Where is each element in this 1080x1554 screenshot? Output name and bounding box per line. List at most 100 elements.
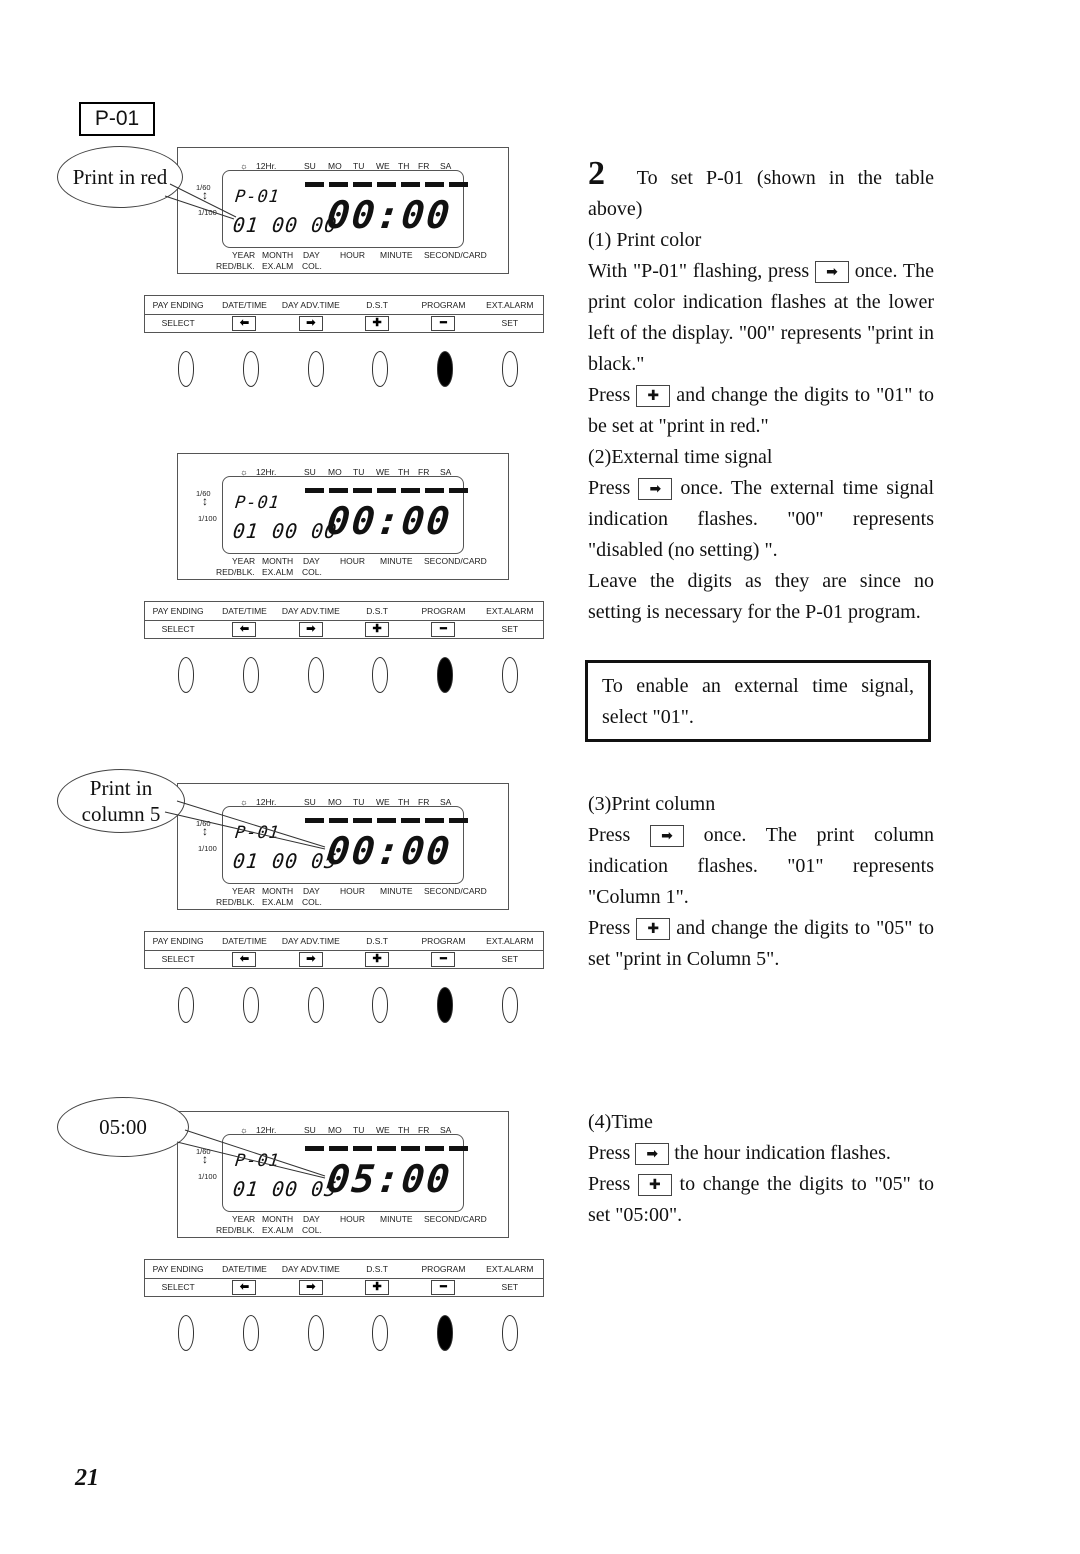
field-label: YEAR [232, 250, 256, 260]
instructions-column: (3)Print column Press ➡ once. The print … [588, 789, 934, 975]
physical-button-program[interactable] [437, 987, 454, 1023]
physical-button-d-s-t[interactable] [372, 987, 389, 1023]
physical-button-ext-alarm[interactable] [501, 657, 518, 693]
physical-button-date-time[interactable] [242, 1315, 259, 1351]
lcd-time: 00:00 [324, 193, 454, 237]
function-button-labels: PAY ENDING DATE/TIME DAY ADV.TIME D.S.T PROG… [144, 1259, 544, 1297]
lcd-settings-digits: 01 00 05 [231, 849, 339, 873]
field-label: DAY [303, 1214, 320, 1224]
up-down-arrow-icon: ↕ [202, 494, 208, 508]
field-label: RED/BLK. [216, 567, 255, 577]
physical-button-date-time[interactable] [242, 987, 259, 1023]
physical-button-ext-alarm[interactable] [501, 1315, 518, 1351]
physical-button-program[interactable] [437, 351, 454, 387]
physical-button-program[interactable] [437, 1315, 454, 1351]
plus-key-icon: ✚ [365, 621, 390, 637]
physical-button-pay-ending[interactable] [178, 987, 194, 1023]
field-label: SECOND/CARD [424, 250, 487, 260]
physical-button-day-adv-time[interactable] [307, 987, 324, 1023]
function-label: PROGRAM [421, 606, 466, 616]
function-row: PAY ENDING DATE/TIME DAY ADV.TIME D.S.T PROG… [145, 1260, 543, 1279]
physical-button-d-s-t[interactable] [372, 351, 389, 387]
physical-button-pay-ending[interactable] [178, 1315, 194, 1351]
field-label: MINUTE [380, 250, 413, 260]
field-label: MINUTE [380, 886, 413, 896]
lcd-panel: ☼ 12Hr. SU MO TU WE TH FR SA 1/60 ↕ 1/100 P-01 01 0… [177, 783, 509, 910]
physical-button-ext-alarm[interactable] [501, 351, 518, 387]
lcd-screen: P-01 01 00 05 00:00 [222, 806, 468, 884]
callout-line2: column 5 [81, 802, 161, 826]
field-label: SECOND/CARD [424, 1214, 487, 1224]
physical-button-day-adv-time[interactable] [307, 657, 324, 693]
physical-button-d-s-t[interactable] [372, 657, 389, 693]
plus-key-icon: ✚ [365, 315, 390, 331]
minus-key-icon: ━ [431, 621, 456, 637]
physical-button-day-adv-time[interactable] [307, 1315, 324, 1351]
section-paragraph: Press ➡ once. The external time signal i… [588, 477, 934, 561]
minus-key-icon: ━ [431, 951, 456, 967]
physical-button-pay-ending[interactable] [178, 657, 194, 693]
field-label: HOUR [340, 1214, 366, 1224]
physical-button-date-time[interactable] [242, 657, 259, 693]
section-title: (3)Print column [588, 793, 716, 815]
lcd-program: P-01 [233, 493, 282, 513]
field-label: RED/BLK. [216, 261, 255, 271]
function-label: DAY ADV.TIME [281, 1264, 340, 1274]
instructions: 2 To set P-01 (shown in the table above)… [588, 157, 935, 628]
function-label: EXT.ALARM [486, 300, 534, 310]
function-label: DAY ADV.TIME [281, 936, 340, 946]
field-label: YEAR [232, 556, 256, 566]
plus-key-icon: ✚ [637, 1174, 672, 1197]
left-arrow-key-icon: ⬅ [232, 1279, 257, 1295]
field-label: COL. [302, 567, 322, 577]
lcd-time: 00:00 [324, 829, 454, 873]
right-arrow-key-icon: ➡ [635, 1143, 670, 1166]
right-arrow-key-icon: ➡ [298, 1279, 323, 1295]
control-row: SELECT ⬅ ➡ ✚ ━ SET [145, 620, 543, 638]
field-label: MONTH [262, 250, 294, 260]
field-label: HOUR [340, 250, 366, 260]
control-row: SELECT ⬅ ➡ ✚ ━ SET [145, 314, 543, 332]
physical-button-ext-alarm[interactable] [501, 987, 518, 1023]
function-label: DATE/TIME [222, 1264, 267, 1274]
field-label: YEAR [232, 886, 256, 896]
lcd-time: 00:00 [324, 499, 454, 543]
callout-line1: Print in [89, 776, 153, 800]
section-paragraph: Press ✚ and change the digits to "01" to… [588, 384, 935, 437]
field-label: RED/BLK. [216, 897, 255, 907]
function-label: D.S.T [366, 936, 389, 946]
section-paragraph: Press ✚ to change the digits to "05" to … [588, 1173, 934, 1226]
select-label: SELECT [161, 1282, 195, 1292]
function-label: DAY ADV.TIME [281, 606, 340, 616]
up-down-arrow-icon: ↕ [202, 1152, 208, 1166]
physical-button-day-adv-time[interactable] [307, 351, 324, 387]
field-label: MONTH [262, 886, 294, 896]
minus-key-icon: ━ [431, 315, 456, 331]
field-label: COL. [302, 1225, 322, 1235]
physical-button-date-time[interactable] [242, 351, 259, 387]
field-label: HOUR [340, 556, 366, 566]
right-arrow-key-icon: ➡ [298, 951, 323, 967]
right-arrow-key-icon: ➡ [298, 315, 323, 331]
function-label: PAY ENDING [152, 606, 204, 616]
field-label: COL. [302, 261, 322, 271]
plus-key-icon: ✚ [365, 1279, 390, 1295]
section-paragraph: Press ✚ and change the digits to "05" to… [588, 917, 935, 970]
section-paragraph: Leave the digits as they are since no se… [588, 570, 934, 623]
physical-buttons [178, 657, 518, 697]
resolution-bottom: 1/100 [198, 844, 217, 853]
lcd-program: P-01 [233, 1151, 282, 1171]
lcd-program: P-01 [233, 823, 282, 843]
field-label: EX.ALM [262, 261, 294, 271]
program-tag: P-01 [79, 102, 155, 136]
physical-button-pay-ending[interactable] [178, 351, 194, 387]
physical-button-d-s-t[interactable] [372, 1315, 389, 1351]
section-title: (4)Time [588, 1111, 653, 1133]
section-paragraph: Press ➡ once. The print column indicatio… [588, 824, 934, 908]
field-label: SECOND/CARD [424, 886, 487, 896]
lcd-screen: P-01 01 00 05 05:00 [222, 1134, 468, 1212]
section-paragraph: Press ➡ the hour indication flashes. [588, 1142, 891, 1166]
physical-button-program[interactable] [437, 657, 454, 693]
set-label: SET [501, 954, 519, 964]
lcd-settings-digits: 01 00 00 [231, 519, 339, 543]
